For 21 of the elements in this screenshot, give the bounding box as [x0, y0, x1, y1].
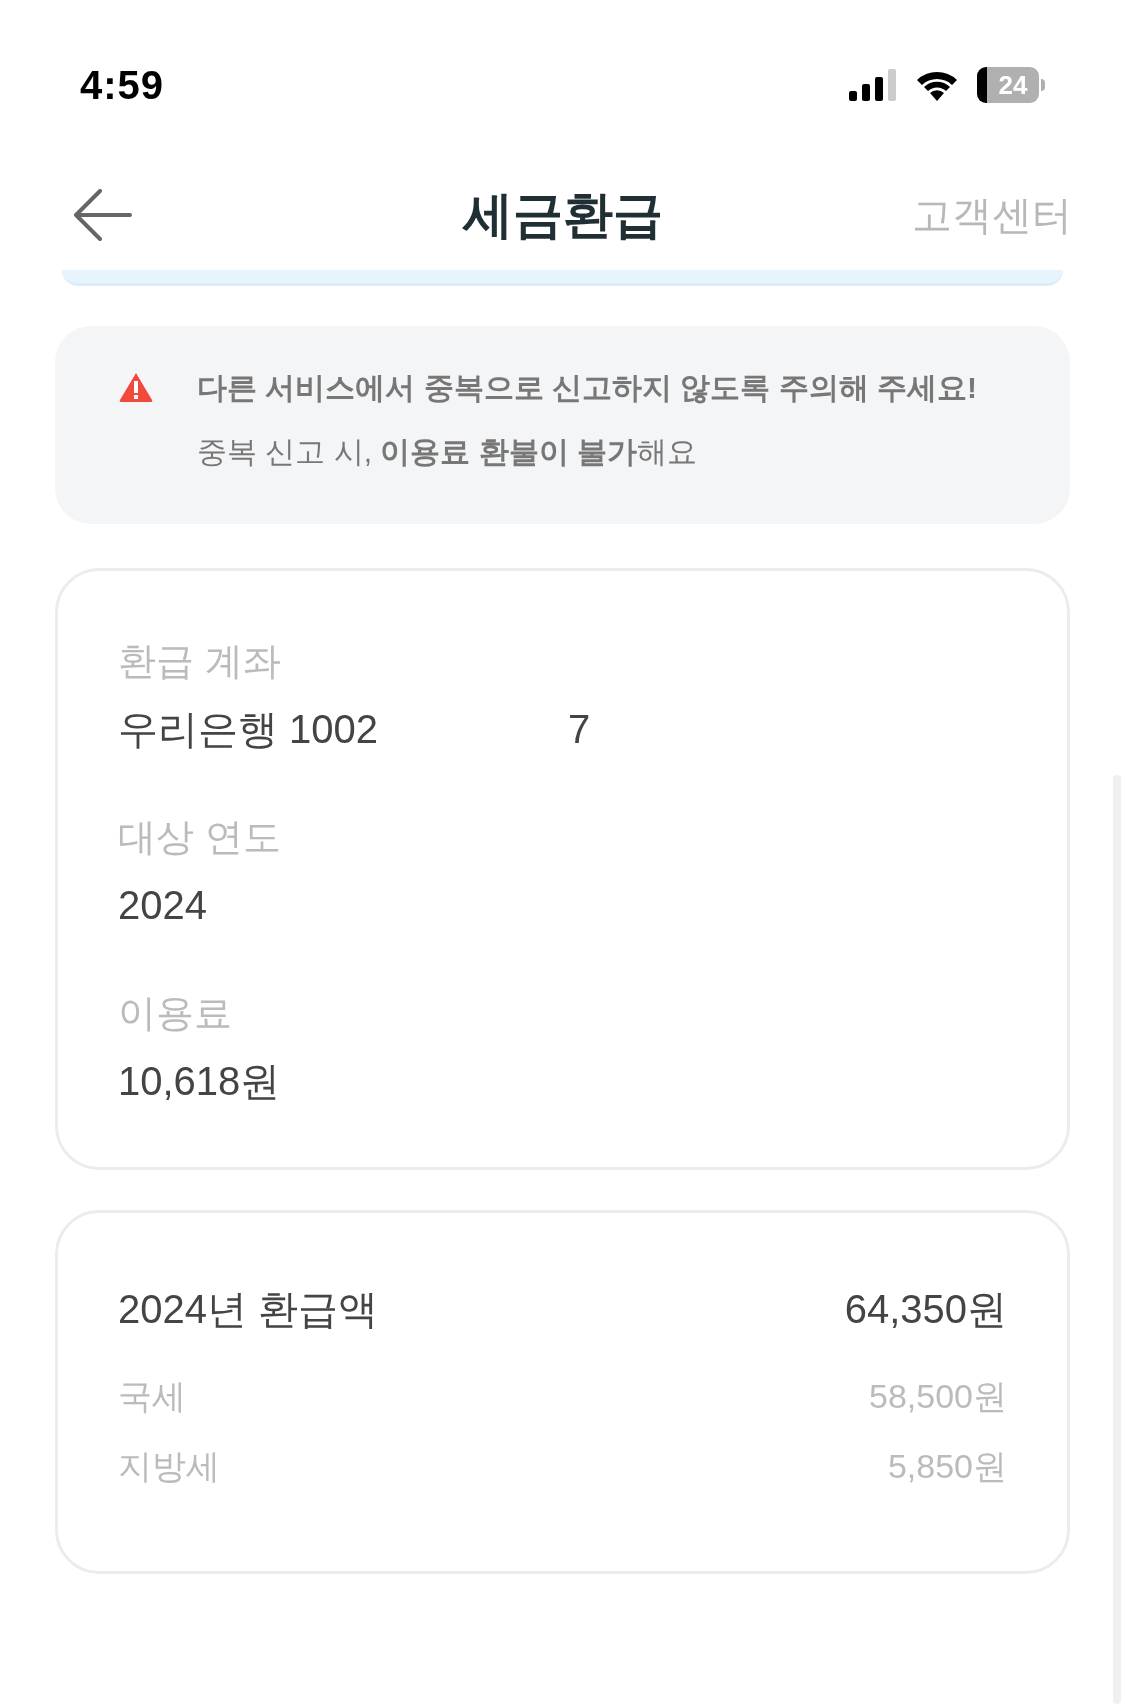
- field-label: 환급 계좌: [118, 639, 282, 684]
- wifi-icon: [915, 69, 959, 101]
- page-title: 세금환급: [462, 185, 663, 245]
- back-arrow-icon[interactable]: [72, 189, 132, 241]
- field-label: 대상 연도: [118, 815, 282, 860]
- field-value: 7: [568, 706, 591, 753]
- signal-icon: [849, 69, 897, 101]
- tax-amount: 58,500원: [869, 1375, 1007, 1417]
- notice-text: 다른 서비스에서 중복으로 신고하지 않도록 주의해 주세요! 중복 신고 시, 이용료 환불이 불가해요: [197, 370, 978, 470]
- tax-label: 지방세: [118, 1445, 220, 1487]
- customer-center-link[interactable]: 고객센터: [912, 185, 1072, 245]
- refund-total: 64,350원: [844, 1286, 1007, 1333]
- warning-icon: [119, 372, 153, 402]
- field-value: 2024: [118, 882, 207, 929]
- tax-label: 국세: [118, 1375, 186, 1417]
- refund-title: 2024년 환급액: [118, 1286, 379, 1333]
- status-time: 4:59: [80, 62, 165, 109]
- tax-amount: 5,850원: [887, 1445, 1007, 1487]
- field-value: 우리은행 1002: [118, 706, 379, 753]
- field-value: 10,618원: [118, 1058, 281, 1105]
- field-label: 이용료: [118, 991, 233, 1036]
